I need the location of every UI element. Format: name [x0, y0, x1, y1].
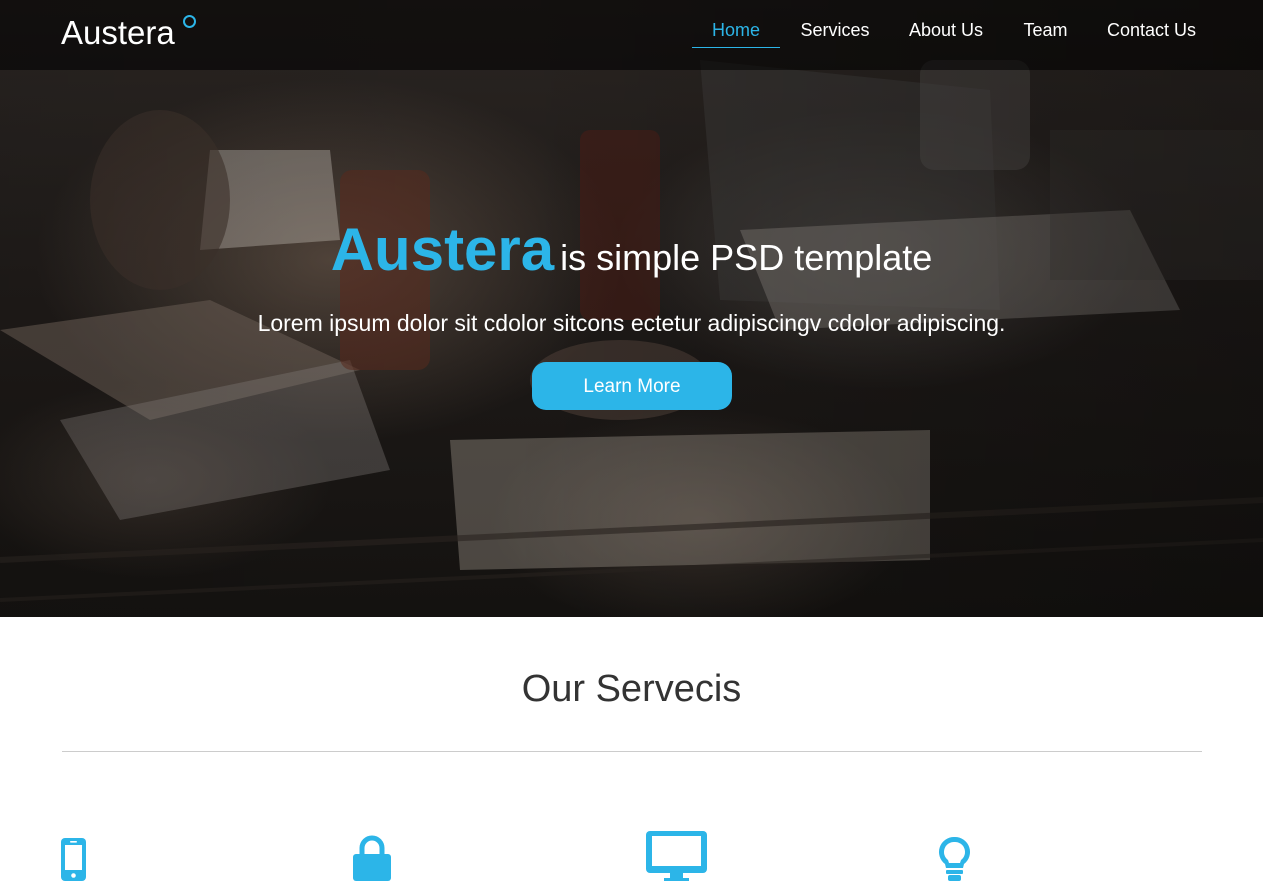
hero-headline-brand: Austera: [330, 216, 555, 283]
nav-item-home[interactable]: Home: [692, 19, 780, 49]
nav-item-contact-us[interactable]: Contact Us: [1103, 19, 1200, 49]
top-navbar: Austera Home Services About Us Team Cont…: [0, 0, 1263, 70]
hero-overlay: [0, 0, 1263, 617]
monitor-icon: [646, 831, 707, 881]
nav-item-services[interactable]: Services: [796, 19, 874, 49]
services-divider: [62, 751, 1202, 752]
mobile-phone-icon: [61, 838, 86, 881]
logo-ring-icon: [183, 15, 196, 28]
hero-headline-text: is simple PSD template: [560, 237, 933, 278]
nav-item-about-us[interactable]: About Us: [903, 19, 989, 49]
lightbulb-icon: [938, 836, 971, 881]
hero-section: [0, 0, 1263, 617]
services-title: Our Servecis: [521, 668, 742, 710]
nav-active-underline: [692, 47, 780, 48]
learn-more-button[interactable]: Learn More: [532, 362, 732, 410]
hero-headline: Austera is simple PSD template: [0, 215, 1263, 284]
lock-icon: [353, 835, 391, 881]
nav-item-team[interactable]: Team: [1019, 19, 1072, 49]
site-logo[interactable]: Austera: [61, 13, 175, 53]
hero-subtitle: Lorem ipsum dolor sit cdolor sitcons ect…: [257, 310, 1006, 336]
